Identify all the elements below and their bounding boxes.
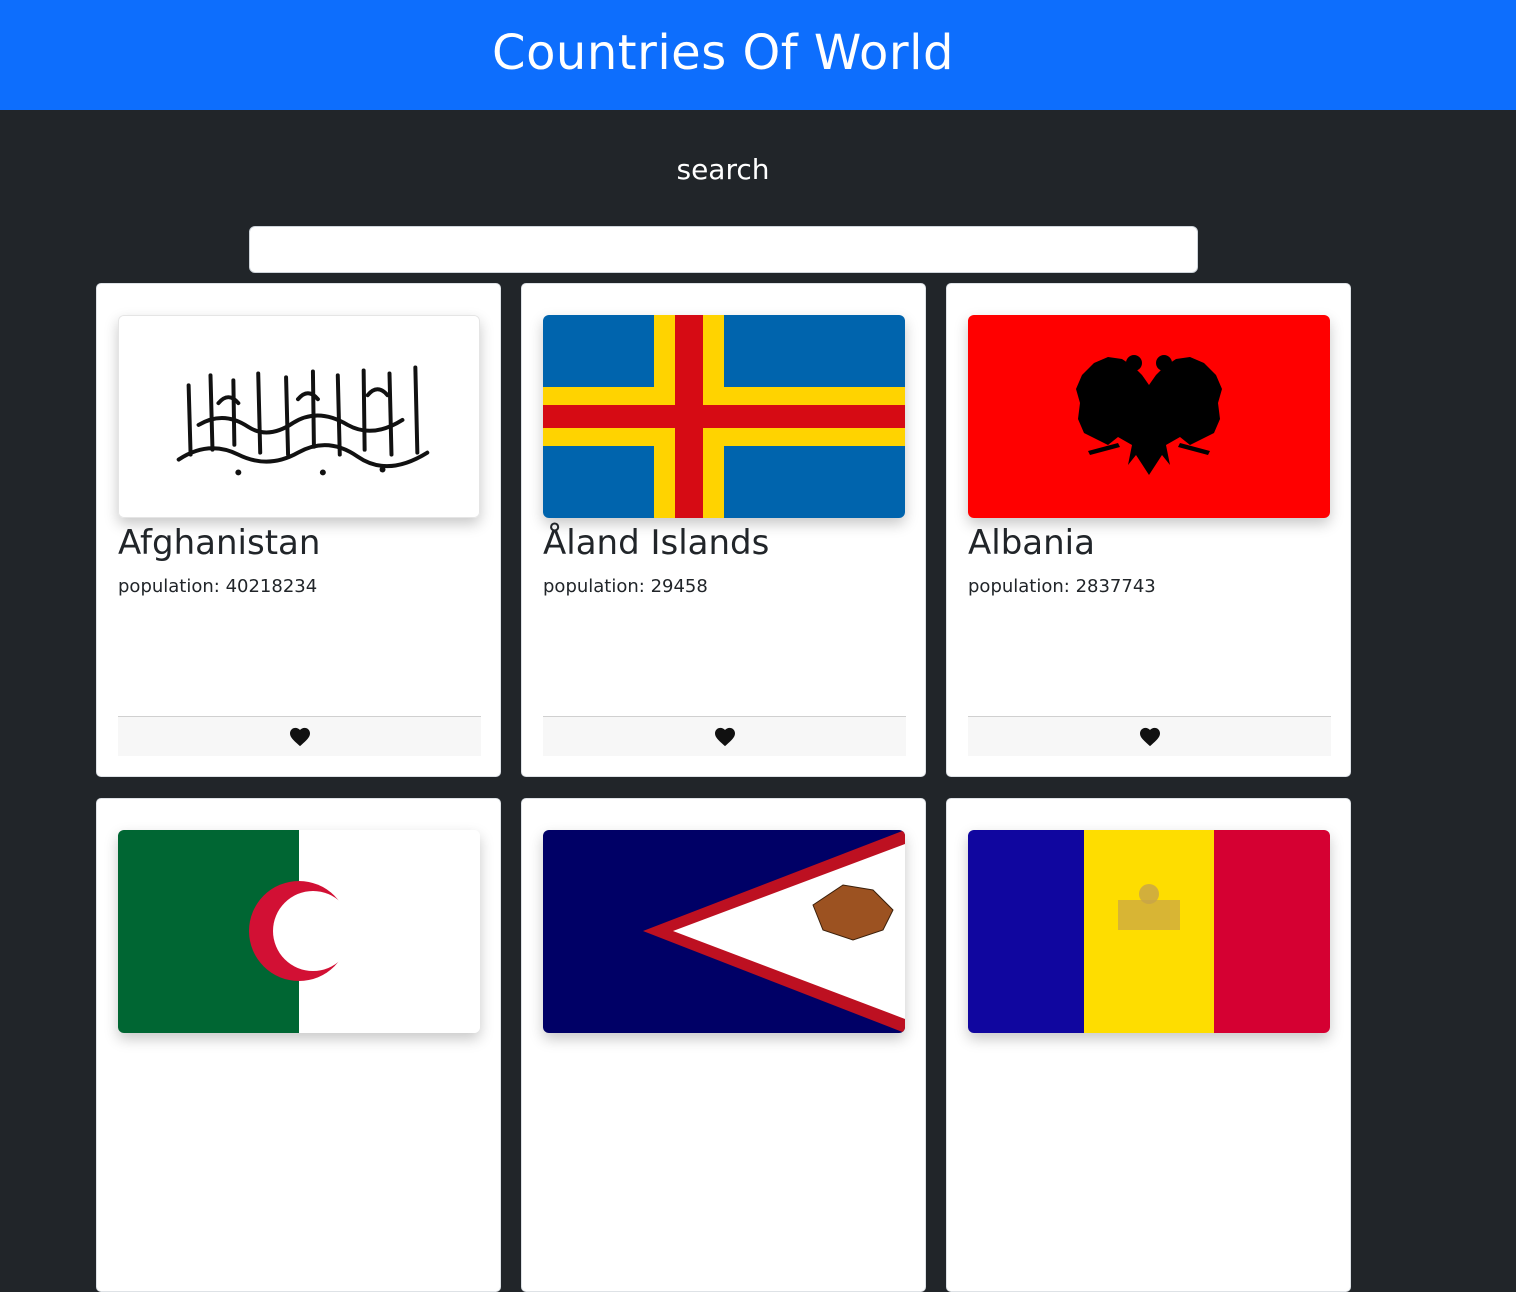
country-card-algeria[interactable] xyxy=(96,798,501,1292)
albania-flag-icon xyxy=(968,315,1330,518)
country-population: population: 29458 xyxy=(543,576,708,597)
afghanistan-flag-icon xyxy=(118,315,480,518)
aland-islands-flag-icon xyxy=(543,315,905,518)
search-label: search xyxy=(676,153,770,186)
country-name: Afghanistan xyxy=(118,523,321,563)
page-title: Countries Of World xyxy=(492,25,954,81)
country-name: Albania xyxy=(968,523,1095,563)
favorite-button[interactable] xyxy=(118,716,481,756)
country-population: population: 2837743 xyxy=(968,576,1156,597)
favorite-button[interactable] xyxy=(543,716,906,756)
country-name: Åland Islands xyxy=(543,523,770,563)
heart-icon xyxy=(1139,727,1160,746)
country-card-aland-islands[interactable]: Åland Islands population: 29458 xyxy=(521,283,926,777)
country-card-albania[interactable]: Albania population: 2837743 xyxy=(946,283,1351,777)
country-card-afghanistan[interactable]: Afghanistan population: 40218234 xyxy=(96,283,501,777)
country-card-american-samoa[interactable] xyxy=(521,798,926,1292)
favorite-button[interactable] xyxy=(968,716,1331,756)
algeria-flag-icon xyxy=(118,830,480,1033)
search-input[interactable] xyxy=(249,226,1198,273)
american-samoa-flag-icon xyxy=(543,830,905,1033)
country-population: population: 40218234 xyxy=(118,576,318,597)
andorra-flag-icon xyxy=(968,830,1330,1033)
heart-icon xyxy=(289,727,310,746)
navbar: Countries Of World xyxy=(0,0,1516,110)
heart-icon xyxy=(714,727,735,746)
country-card-andorra[interactable] xyxy=(946,798,1351,1292)
